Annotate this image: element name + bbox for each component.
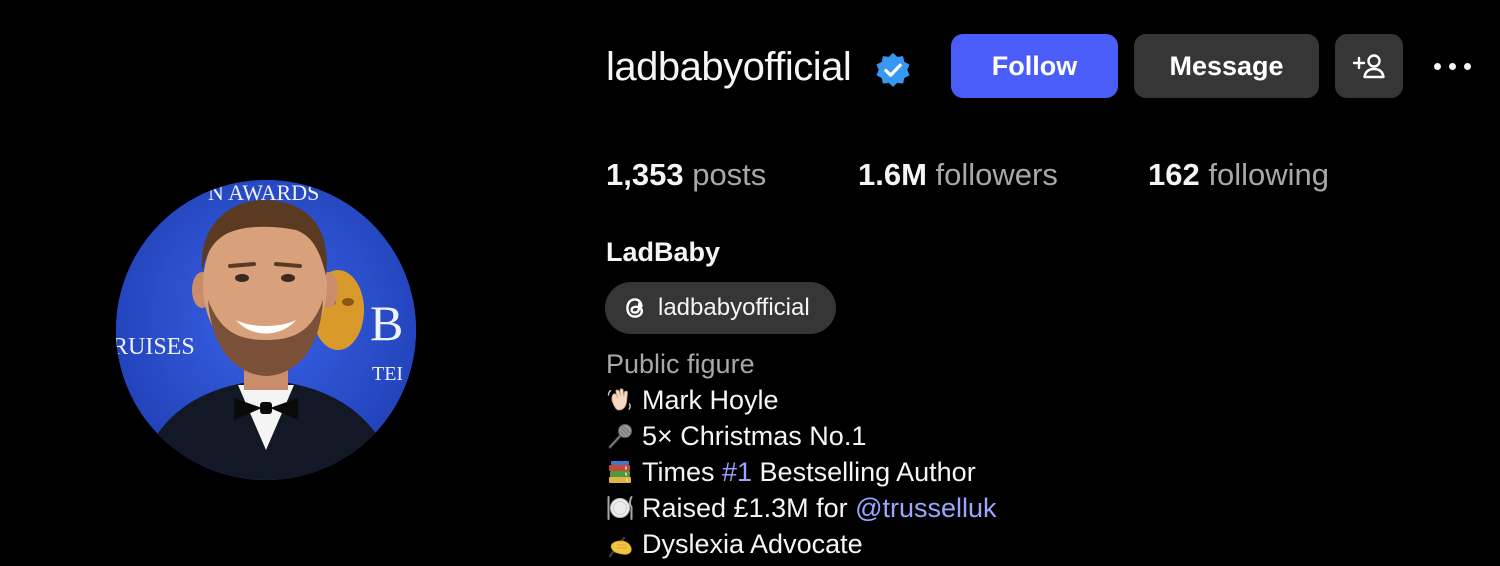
bio-line: Mark Hoyle bbox=[606, 382, 779, 418]
full-name: LadBaby bbox=[606, 237, 721, 267]
profile-category: Public figure bbox=[606, 349, 755, 379]
mention-link[interactable]: @trusselluk bbox=[855, 490, 996, 526]
waving-hand-icon bbox=[606, 386, 634, 414]
bio-text: Raised £1.3M for bbox=[642, 493, 856, 523]
posts-count: 1,353 bbox=[606, 157, 684, 192]
posts-stat: 1,353 posts bbox=[606, 156, 766, 194]
verified-badge-icon bbox=[876, 52, 910, 87]
writing-hand-icon bbox=[606, 530, 634, 558]
hashtag-link[interactable]: #1 bbox=[722, 454, 752, 490]
following-count: 162 bbox=[1148, 157, 1200, 192]
books-icon bbox=[606, 458, 634, 486]
message-button[interactable]: Message bbox=[1134, 34, 1319, 98]
suggested-accounts-button[interactable] bbox=[1335, 34, 1403, 98]
avatar-banner-text: TEI bbox=[372, 363, 403, 385]
bio-line: 5× Christmas No.1 bbox=[606, 418, 866, 454]
more-dot bbox=[1448, 62, 1456, 70]
bio-text: Bestselling Author bbox=[752, 457, 976, 487]
bio-line: Raised £1.3M for @trusselluk bbox=[606, 490, 997, 526]
avatar-banner-text: B bbox=[370, 295, 403, 351]
followers-stat[interactable]: 1.6M followers bbox=[858, 156, 1058, 194]
following-stat[interactable]: 162 following bbox=[1148, 156, 1329, 194]
threads-handle: ladbabyofficial bbox=[658, 294, 810, 321]
more-dot bbox=[1433, 62, 1441, 70]
bio-text: Mark Hoyle bbox=[642, 385, 779, 415]
follow-button[interactable]: Follow bbox=[951, 34, 1118, 98]
plate-cutlery-icon bbox=[606, 494, 634, 522]
threads-link[interactable]: ladbabyofficial bbox=[605, 282, 836, 334]
more-dot bbox=[1463, 62, 1471, 70]
following-label: following bbox=[1208, 157, 1329, 192]
bio-text: 5× Christmas No.1 bbox=[642, 421, 867, 451]
bio-text: Times bbox=[642, 457, 722, 487]
profile-avatar[interactable]: N AWARDS RUISES B TEI bbox=[116, 180, 416, 480]
bio-line: Times #1 Bestselling Author bbox=[606, 454, 976, 490]
threads-icon bbox=[626, 298, 644, 318]
followers-count: 1.6M bbox=[858, 157, 927, 192]
add-person-icon bbox=[1352, 54, 1385, 79]
profile-page: N AWARDS RUISES B TEI ladbabyofficial Fo… bbox=[0, 0, 1500, 566]
more-options-icon[interactable] bbox=[1427, 52, 1477, 80]
bio-text: Dyslexia Advocate bbox=[642, 529, 863, 559]
microphone-icon bbox=[606, 422, 634, 450]
username: ladbabyofficial bbox=[606, 45, 852, 89]
bio-line: Dyslexia Advocate bbox=[606, 526, 863, 562]
posts-label: posts bbox=[692, 157, 767, 192]
avatar-banner-text: RUISES bbox=[116, 334, 195, 360]
followers-label: followers bbox=[935, 157, 1058, 192]
